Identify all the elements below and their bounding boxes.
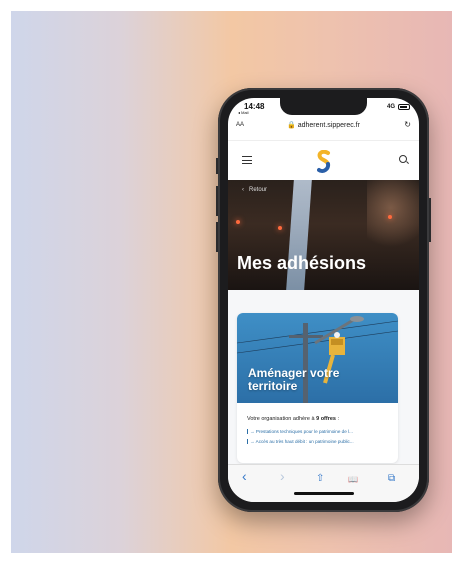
share-icon[interactable]: ⇧: [316, 473, 324, 484]
volume-down-button: [216, 222, 218, 252]
retour-label: Retour: [249, 187, 268, 193]
sipperec-logo[interactable]: [317, 150, 331, 174]
offer-link[interactable]: → Prestations techniques pour le patrimo…: [247, 429, 353, 434]
card-intro: Votre organisation adhère à 9 offres :: [247, 416, 339, 422]
card-intro-prefix: Votre organisation adhère à: [247, 416, 317, 422]
bookmarks-icon[interactable]: 📖: [348, 475, 358, 484]
back-to-app-link[interactable]: ◂ Mail: [238, 110, 248, 115]
address-bar[interactable]: AA 🔒 adherent.sipperec.fr ↻: [228, 120, 419, 134]
back-arrow-icon[interactable]: ‹: [242, 468, 247, 484]
offer-count: 9 offres: [316, 416, 336, 422]
battery-icon: [398, 104, 410, 110]
url-value: adherent.sipperec.fr: [297, 122, 360, 129]
phone-screen: 14:48 ◂ Mail 4G AA 🔒 adherent.sipperec.f…: [228, 98, 419, 502]
hero-banner: ‹ Retour Mes adhésions: [228, 180, 419, 290]
url-text: 🔒 adherent.sipperec.fr: [287, 122, 360, 129]
search-icon[interactable]: [399, 155, 407, 163]
page-title: Mes adhésions: [237, 253, 367, 273]
offer-link-label: Prestations techniques pour le patrimoin…: [255, 429, 353, 434]
browser-toolbar: ‹ › ⇧ 📖 ⧉: [228, 464, 419, 502]
main-content: Aménager votre territoire Votre organisa…: [228, 290, 419, 470]
hero-hand-shadow: [367, 180, 419, 250]
site-header: [228, 140, 419, 180]
hero-light-dot: [278, 226, 282, 230]
network-indicator: 4G: [386, 104, 395, 110]
hero-light-dot: [236, 220, 240, 224]
mute-switch: [216, 158, 218, 174]
card-title: Aménager votre territoire: [248, 366, 340, 393]
offer-link-label: Accès au très haut débit : un patrimoine…: [255, 439, 354, 444]
power-button: [429, 198, 431, 242]
notch: [280, 98, 367, 115]
volume-up-button: [216, 186, 218, 216]
background-canvas: 14:48 ◂ Mail 4G AA 🔒 adherent.sipperec.f…: [11, 11, 452, 553]
tabs-icon[interactable]: ⧉: [388, 473, 395, 484]
reload-icon[interactable]: ↻: [404, 120, 411, 129]
retour-link[interactable]: ‹ Retour: [242, 187, 267, 193]
hero-light-dot: [388, 215, 392, 219]
card-intro-suffix: :: [335, 416, 340, 422]
phone-mockup: 14:48 ◂ Mail 4G AA 🔒 adherent.sipperec.f…: [216, 88, 431, 512]
hamburger-icon[interactable]: [242, 156, 252, 164]
home-indicator[interactable]: [294, 492, 354, 495]
offer-card[interactable]: Aménager votre territoire Votre organisa…: [237, 313, 398, 463]
offer-link[interactable]: → Accès au très haut débit : un patrimoi…: [247, 439, 354, 444]
forward-arrow-icon[interactable]: ›: [280, 468, 285, 484]
